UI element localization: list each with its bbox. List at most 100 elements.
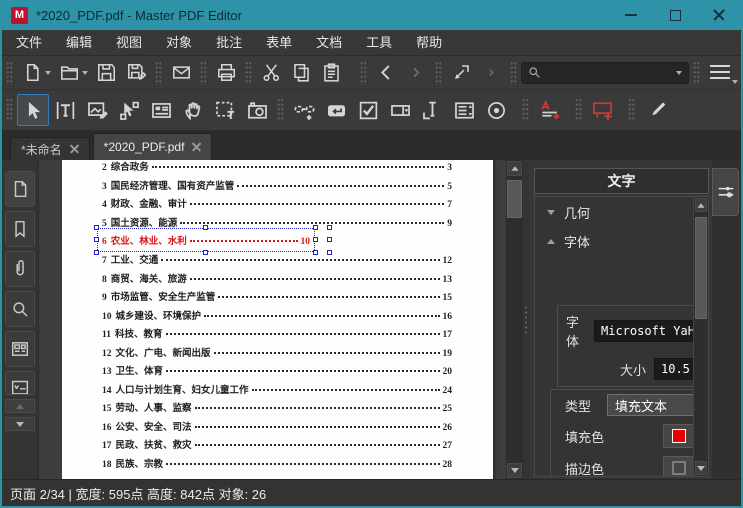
snapshot-tool[interactable] [241, 94, 273, 126]
listbox-field-tool[interactable] [448, 94, 480, 126]
scrollbar-thumb[interactable] [695, 217, 707, 319]
page-thumbnails-button[interactable] [5, 171, 35, 207]
save-as-button[interactable] [121, 60, 151, 86]
fill-color-button[interactable] [663, 424, 694, 448]
toolbar-grip[interactable] [522, 98, 529, 122]
toc-row[interactable]: 8 商贸、海关、旅游 13 [102, 268, 452, 287]
add-text-annotation-tool[interactable] [533, 94, 565, 126]
bookmarks-button[interactable] [5, 211, 35, 247]
document-viewport[interactable]: 2 综合政务 3 3 国民经济管理、国有资产监管 5 4 财政、金融、审计 7 … [39, 160, 506, 479]
toolbar-grip[interactable] [200, 60, 207, 85]
selection-handle[interactable] [94, 237, 99, 243]
menu-item[interactable]: 对象 [154, 30, 204, 55]
menu-item[interactable]: 文档 [304, 30, 354, 55]
toc-row[interactable]: 18 民族、宗教 28 [102, 454, 452, 473]
hand-tool[interactable] [177, 94, 209, 126]
selection-handle[interactable] [313, 237, 318, 243]
edit-path-tool[interactable] [113, 94, 145, 126]
sidebar-scroll-up-button[interactable] [5, 399, 35, 413]
menu-item[interactable]: 文件 [4, 30, 54, 55]
document-tab[interactable]: *2020_PDF.pdf [92, 133, 213, 160]
toc-row[interactable]: 13 卫生、体育 20 [102, 361, 452, 380]
combobox-field-tool[interactable] [384, 94, 416, 126]
menu-item[interactable]: 编辑 [54, 30, 104, 55]
section-font[interactable]: 字体 [535, 226, 708, 255]
zoom-to-selection-button[interactable] [446, 60, 476, 86]
tab-close-icon[interactable] [70, 145, 79, 154]
toc-row[interactable]: 11 科技、教育 17 [102, 324, 452, 343]
properties-panel-toggle[interactable] [712, 168, 739, 216]
toc-row[interactable]: 4 财政、金融、审计 7 [102, 194, 452, 213]
selection-handle[interactable] [94, 250, 99, 256]
search-box[interactable] [521, 61, 689, 84]
toolbar-grip[interactable] [155, 60, 162, 85]
paste-button[interactable] [316, 60, 346, 86]
type-select[interactable]: 填充文本 [607, 394, 696, 416]
checkbox-field-tool[interactable] [352, 94, 384, 126]
stroke-color-button[interactable] [663, 456, 694, 476]
menu-item[interactable]: 工具 [354, 30, 404, 55]
toolbar-grip[interactable] [245, 60, 252, 85]
radio-field-tool[interactable] [480, 94, 512, 126]
cut-button[interactable] [256, 60, 286, 86]
new-document-button[interactable] [17, 60, 47, 86]
main-menu-button[interactable] [704, 60, 738, 86]
toolbar-grip[interactable] [277, 98, 284, 122]
section-geometry[interactable]: 几何 [535, 197, 708, 226]
toc-row[interactable]: 9 市场监管、安全生产监管 15 [102, 287, 452, 306]
selection-handle[interactable] [203, 250, 208, 256]
scroll-up-button[interactable] [695, 198, 707, 212]
selection-handle[interactable] [327, 237, 332, 243]
scroll-down-button[interactable] [507, 463, 522, 478]
menu-item[interactable]: 表单 [254, 30, 304, 55]
open-file-dropdown-icon[interactable] [82, 70, 88, 75]
attachments-button[interactable] [5, 251, 35, 287]
scrollbar-thumb[interactable] [507, 180, 522, 218]
selection-handle[interactable] [313, 250, 318, 256]
selection-handle[interactable] [327, 250, 332, 256]
tab-close-icon[interactable] [192, 143, 201, 152]
toolbar-grip[interactable] [360, 60, 367, 85]
add-link-tool[interactable] [288, 94, 320, 126]
document-tab[interactable]: *未命名 [10, 137, 90, 160]
selection-handle[interactable] [94, 225, 99, 231]
minimize-button[interactable] [609, 0, 653, 30]
edit-image-tool[interactable] [81, 94, 113, 126]
toc-row[interactable]: 12 文化、广电、新闻出版 19 [102, 342, 452, 361]
selection-handle[interactable] [327, 225, 332, 231]
toc-row[interactable]: 14 人口与计划生育、妇女儿童工作 24 [102, 380, 452, 399]
email-button[interactable] [166, 60, 196, 86]
search-input[interactable] [541, 65, 676, 80]
navigate-forward-button[interactable] [401, 60, 431, 86]
toc-row[interactable]: 10 城乡建设、环境保护 16 [102, 305, 452, 324]
selection-handle[interactable] [313, 225, 318, 231]
font-name-input[interactable]: Microsoft YaHei [594, 320, 708, 342]
form-fields-button[interactable] [5, 331, 35, 367]
zoom-option-button[interactable] [476, 60, 506, 86]
scroll-down-button[interactable] [695, 461, 707, 475]
toolbar-grip[interactable] [693, 60, 700, 85]
eraser-pen-tool[interactable] [639, 94, 671, 126]
toc-row[interactable]: 3 国民经济管理、国有资产监管 5 [102, 176, 452, 195]
document-scrollbar[interactable] [506, 160, 523, 479]
text-field-tool[interactable] [416, 94, 448, 126]
toolbar-grip[interactable] [6, 98, 13, 122]
select-text-area-tool[interactable] [209, 94, 241, 126]
scroll-up-button[interactable] [507, 161, 522, 176]
maximize-button[interactable] [653, 0, 697, 30]
edit-form-tool[interactable] [145, 94, 177, 126]
toc-row[interactable]: 17 民政、扶贫、救灾 27 [102, 435, 452, 454]
toolbar-grip[interactable] [510, 60, 517, 85]
signatures-button[interactable] [5, 371, 35, 395]
toc-row[interactable]: 2 综合政务 3 [102, 160, 452, 176]
save-button[interactable] [91, 60, 121, 86]
menu-item[interactable]: 帮助 [404, 30, 454, 55]
sidebar-scroll-down-button[interactable] [5, 417, 35, 431]
selection-handle[interactable] [203, 225, 208, 231]
new-document-dropdown-icon[interactable] [45, 70, 51, 75]
select-object-tool[interactable] [17, 94, 49, 126]
toolbar-grip[interactable] [6, 60, 13, 85]
button-field-tool[interactable] [320, 94, 352, 126]
toc-row[interactable]: 16 公安、安全、司法 26 [102, 417, 452, 436]
toolbar-grip[interactable] [575, 98, 582, 122]
